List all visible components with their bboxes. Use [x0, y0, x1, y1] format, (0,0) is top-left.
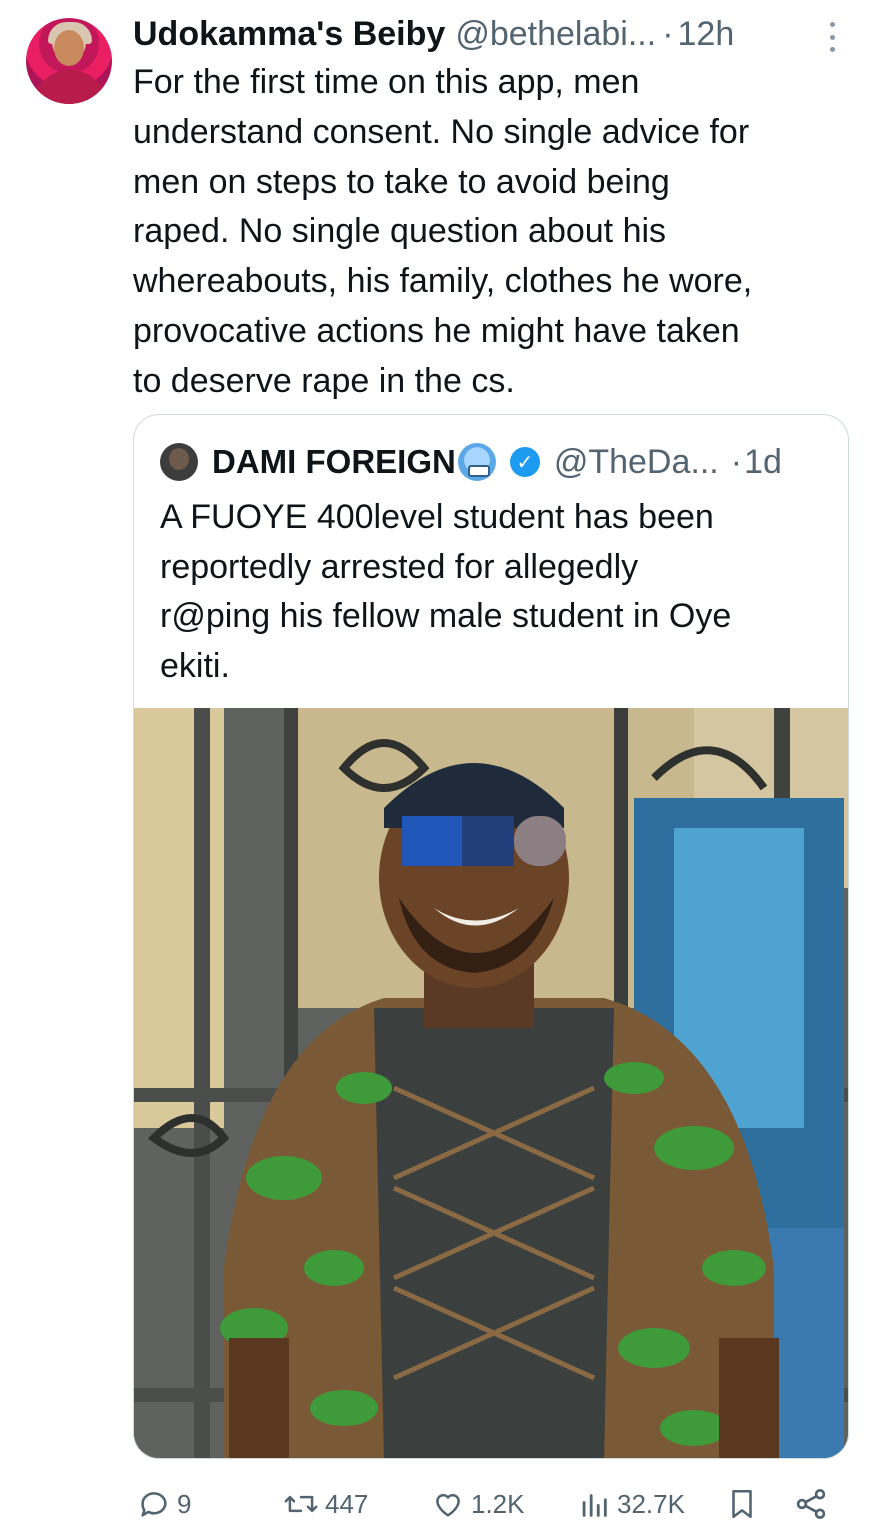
share-icon	[796, 1489, 826, 1519]
cold-face-emoji-icon	[457, 443, 496, 481]
quoted-author-display-name[interactable]: DAMI FOREIGN	[212, 443, 456, 481]
reply-count: 9	[177, 1488, 192, 1519]
author-avatar[interactable]	[26, 18, 112, 104]
bookmark-button[interactable]	[725, 1486, 759, 1522]
repost-icon	[284, 1495, 318, 1513]
quoted-author-avatar[interactable]	[160, 443, 198, 481]
header-separator: ·	[662, 14, 674, 53]
tweet-header: Udokamma's Beiby @bethelabi... · 12h	[133, 12, 853, 56]
tweet-text-line: whereabouts, his family, clothes he wore…	[133, 262, 753, 301]
repost-button[interactable]: 447	[283, 1487, 368, 1521]
quoted-author-handle[interactable]: @TheDa...	[554, 443, 719, 482]
quoted-text-line: reportedly arrested for allegedly	[160, 547, 639, 586]
avatar-body	[32, 70, 108, 104]
tweet-action-bar: 9 447 1.2K 32.7K	[133, 1480, 853, 1528]
tweet-timestamp[interactable]: 12h	[678, 15, 735, 54]
quoted-tweet-header: DAMI FOREIGN ✓ @TheDa... · 1d	[160, 441, 782, 483]
quoted-tweet-timestamp[interactable]: 1d	[744, 443, 782, 482]
tweet-text: For the first time on this app, men unde…	[133, 58, 853, 407]
quoted-text-line: A FUOYE 400level student has been	[160, 498, 714, 536]
reply-button[interactable]: 9	[137, 1487, 191, 1521]
tweet-text-line: to deserve rape in the cs.	[133, 361, 515, 400]
heart-icon	[436, 1493, 460, 1517]
quoted-tweet-photo[interactable]	[134, 708, 848, 1458]
more-options-icon[interactable]	[826, 22, 838, 52]
tweet-text-line: provocative actions he might have taken	[133, 311, 740, 350]
tweet-text-line: For the first time on this app, men	[133, 63, 640, 101]
quoted-text-line: ekiti.	[160, 646, 230, 685]
tweet-text-line: men on steps to take to avoid being	[133, 162, 670, 201]
quoted-tweet-card[interactable]: DAMI FOREIGN ✓ @TheDa... · 1d A FUOYE 40…	[133, 414, 849, 1459]
author-display-name[interactable]: Udokamma's Beiby	[133, 15, 445, 54]
verified-badge-icon[interactable]: ✓	[509, 447, 540, 477]
share-button[interactable]	[793, 1486, 829, 1522]
repost-count: 447	[325, 1488, 369, 1519]
views-chart-icon	[582, 1494, 607, 1517]
like-count: 1.2K	[471, 1488, 525, 1519]
author-handle[interactable]: @bethelabi...	[455, 15, 656, 54]
quoted-header-separator: ·	[730, 442, 743, 481]
avatar-face	[54, 30, 84, 66]
quoted-tweet-text: A FUOYE 400level student has been report…	[160, 493, 820, 691]
reply-icon	[141, 1492, 167, 1517]
views-button[interactable]: 32.7K	[577, 1487, 685, 1521]
bookmark-icon	[732, 1489, 752, 1519]
tweet-text-line: understand consent. No single advice for	[133, 112, 750, 151]
views-count: 32.7K	[617, 1488, 685, 1519]
tweet-text-line: raped. No single question about his	[133, 212, 667, 251]
like-button[interactable]: 1.2K	[431, 1487, 525, 1521]
quoted-text-line: r@ping his fellow male student in Oye	[160, 597, 732, 635]
